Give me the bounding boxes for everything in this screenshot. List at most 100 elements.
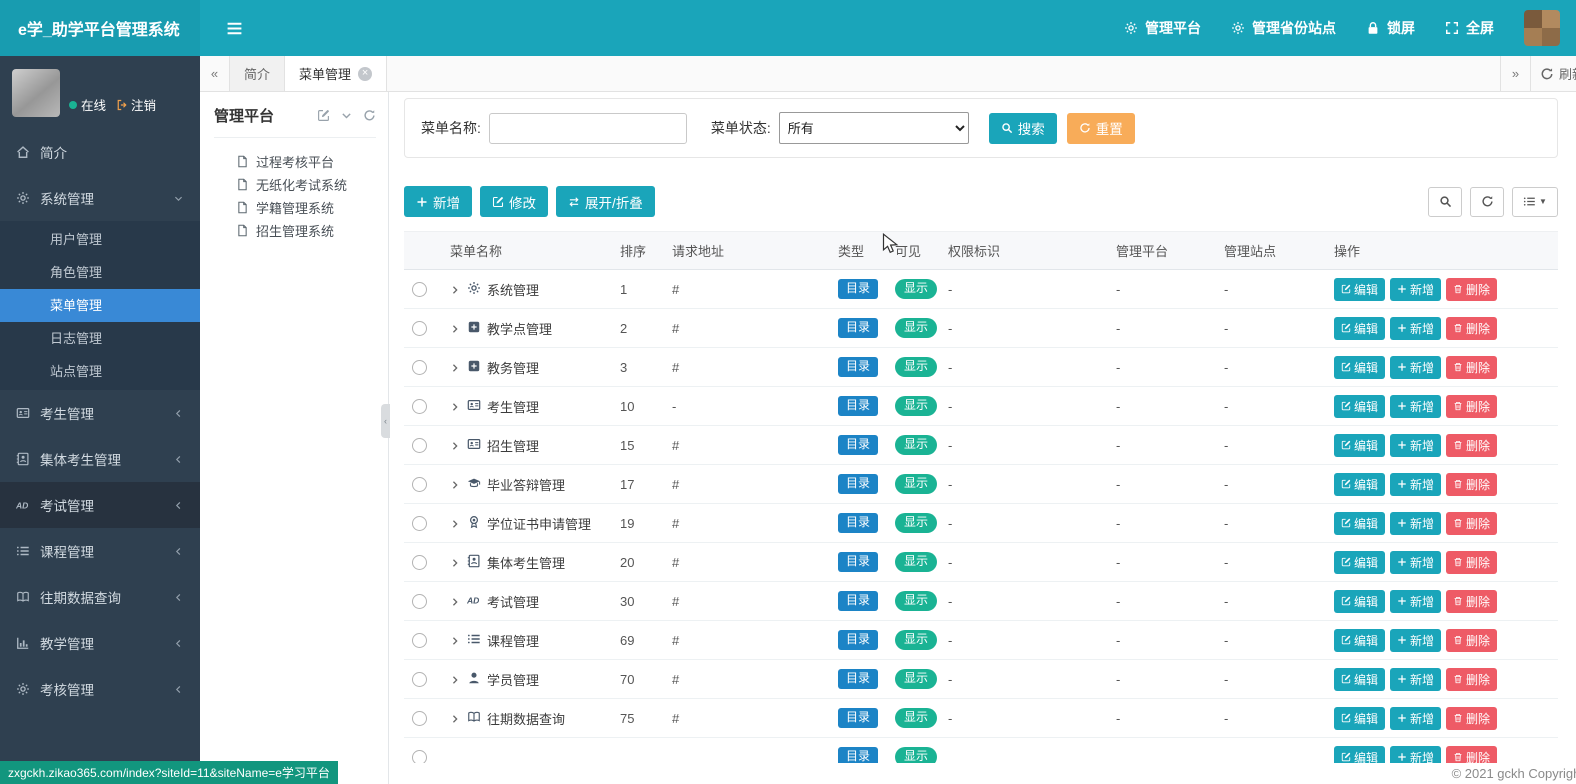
tree-item[interactable]: 过程考核平台 bbox=[236, 150, 376, 173]
row-delete-button[interactable]: 删除 bbox=[1446, 668, 1497, 691]
row-delete-button[interactable]: 删除 bbox=[1446, 551, 1497, 574]
row-delete-button[interactable]: 删除 bbox=[1446, 473, 1497, 496]
sidebar-subitem[interactable]: 角色管理 bbox=[0, 256, 200, 289]
sidebar-item-group-examinee[interactable]: 集体考生管理 bbox=[0, 436, 200, 482]
row-delete-button[interactable]: 删除 bbox=[1446, 356, 1497, 379]
topbar-item-manage-province-sites[interactable]: 管理省份站点 bbox=[1231, 18, 1336, 38]
sidebar-subitem[interactable]: 站点管理 bbox=[0, 355, 200, 388]
row-delete-button[interactable]: 删除 bbox=[1446, 278, 1497, 301]
row-radio[interactable] bbox=[412, 438, 427, 453]
search-button[interactable]: 搜索 bbox=[989, 113, 1057, 144]
sidebar-item-examinee[interactable]: 考生管理 bbox=[0, 390, 200, 436]
row-add-button[interactable]: 新增 bbox=[1390, 590, 1441, 613]
tree-edit-icon[interactable] bbox=[317, 109, 330, 122]
row-delete-button-label: 删除 bbox=[1466, 320, 1490, 337]
tab-refresh-button[interactable]: 刷新 bbox=[1530, 56, 1576, 91]
row-add-button[interactable]: 新增 bbox=[1390, 278, 1441, 301]
table-columns-button[interactable]: ▼ bbox=[1512, 187, 1558, 217]
expand-collapse-button[interactable]: 展开/折叠 bbox=[556, 186, 655, 217]
row-delete-button[interactable]: 删除 bbox=[1446, 512, 1497, 535]
row-delete-button[interactable]: 删除 bbox=[1446, 395, 1497, 418]
sidebar-subitem[interactable]: 用户管理 bbox=[0, 223, 200, 256]
row-edit-button[interactable]: 编辑 bbox=[1334, 746, 1385, 764]
row-radio[interactable] bbox=[412, 555, 427, 570]
logout-link[interactable]: 注销 bbox=[116, 95, 156, 114]
row-delete-button[interactable]: 删除 bbox=[1446, 317, 1497, 340]
row-add-button[interactable]: 新增 bbox=[1390, 434, 1441, 457]
row-add-button[interactable]: 新增 bbox=[1390, 473, 1441, 496]
sidebar-toggle-icon[interactable] bbox=[226, 20, 243, 37]
row-radio[interactable] bbox=[412, 360, 427, 375]
menu-status-select[interactable]: 所有 bbox=[779, 112, 969, 144]
row-add-button[interactable]: 新增 bbox=[1390, 668, 1441, 691]
row-radio[interactable] bbox=[412, 477, 427, 492]
table-cell bbox=[404, 387, 442, 426]
row-add-button[interactable]: 新增 bbox=[1390, 746, 1441, 764]
row-add-button[interactable]: 新增 bbox=[1390, 629, 1441, 652]
tab-close-icon[interactable]: × bbox=[358, 67, 372, 81]
reset-button[interactable]: 重置 bbox=[1067, 113, 1135, 144]
row-radio[interactable] bbox=[412, 633, 427, 648]
row-edit-button[interactable]: 编辑 bbox=[1334, 629, 1385, 652]
row-radio[interactable] bbox=[412, 516, 427, 531]
user-avatar[interactable] bbox=[1524, 10, 1560, 46]
edit-button[interactable]: 修改 bbox=[480, 186, 548, 217]
tree-item[interactable]: 无纸化考试系统 bbox=[236, 173, 376, 196]
row-radio[interactable] bbox=[412, 711, 427, 726]
row-edit-button[interactable]: 编辑 bbox=[1334, 551, 1385, 574]
row-add-button[interactable]: 新增 bbox=[1390, 551, 1441, 574]
sidebar-item-teaching[interactable]: 教学管理 bbox=[0, 620, 200, 666]
add-button[interactable]: 新增 bbox=[404, 186, 472, 217]
sidebar-item-intro[interactable]: 简介 bbox=[0, 129, 200, 175]
sidebar-item-course[interactable]: 课程管理 bbox=[0, 528, 200, 574]
row-edit-button[interactable]: 编辑 bbox=[1334, 473, 1385, 496]
tab-item[interactable]: 菜单管理× bbox=[285, 56, 387, 91]
sidebar-item-history-data[interactable]: 往期数据查询 bbox=[0, 574, 200, 620]
row-add-button[interactable]: 新增 bbox=[1390, 395, 1441, 418]
sidebar-item-system[interactable]: 系统管理 bbox=[0, 175, 200, 221]
row-add-button[interactable]: 新增 bbox=[1390, 356, 1441, 379]
table-search-button[interactable] bbox=[1428, 187, 1462, 217]
tab-item[interactable]: 简介 bbox=[230, 56, 285, 91]
table-refresh-button[interactable] bbox=[1470, 187, 1504, 217]
row-edit-button[interactable]: 编辑 bbox=[1334, 707, 1385, 730]
row-add-button[interactable]: 新增 bbox=[1390, 512, 1441, 535]
tree-collapse-icon[interactable] bbox=[340, 109, 353, 122]
row-radio[interactable] bbox=[412, 672, 427, 687]
row-delete-button[interactable]: 删除 bbox=[1446, 707, 1497, 730]
row-add-button[interactable]: 新增 bbox=[1390, 317, 1441, 340]
row-edit-button[interactable]: 编辑 bbox=[1334, 356, 1385, 379]
sidebar-subitem[interactable]: 菜单管理 bbox=[0, 289, 200, 322]
row-radio[interactable] bbox=[412, 399, 427, 414]
row-edit-button[interactable]: 编辑 bbox=[1334, 395, 1385, 418]
tree-refresh-icon[interactable] bbox=[363, 109, 376, 122]
topbar-item-lock-screen[interactable]: 锁屏 bbox=[1366, 18, 1415, 38]
sidebar-subitem[interactable]: 日志管理 bbox=[0, 322, 200, 355]
row-delete-button[interactable]: 删除 bbox=[1446, 629, 1497, 652]
row-edit-button[interactable]: 编辑 bbox=[1334, 317, 1385, 340]
row-delete-button[interactable]: 删除 bbox=[1446, 590, 1497, 613]
row-delete-button[interactable]: 删除 bbox=[1446, 434, 1497, 457]
tabs-scroll-right-button[interactable]: » bbox=[1500, 56, 1530, 91]
table-cell: - bbox=[940, 465, 1108, 504]
sidebar-item-exam[interactable]: AD考试管理 bbox=[0, 482, 200, 528]
row-edit-button[interactable]: 编辑 bbox=[1334, 434, 1385, 457]
row-delete-button[interactable]: 删除 bbox=[1446, 746, 1497, 764]
topbar-item-fullscreen[interactable]: 全屏 bbox=[1445, 18, 1494, 38]
tree-item[interactable]: 招生管理系统 bbox=[236, 219, 376, 242]
tree-item[interactable]: 学籍管理系统 bbox=[236, 196, 376, 219]
row-edit-button[interactable]: 编辑 bbox=[1334, 278, 1385, 301]
row-edit-button[interactable]: 编辑 bbox=[1334, 512, 1385, 535]
row-add-button[interactable]: 新增 bbox=[1390, 707, 1441, 730]
row-radio[interactable] bbox=[412, 321, 427, 336]
row-radio[interactable] bbox=[412, 282, 427, 297]
topbar-item-manage-platform[interactable]: 管理平台 bbox=[1124, 18, 1201, 38]
tabs-scroll-left-button[interactable]: « bbox=[200, 56, 230, 91]
row-radio[interactable] bbox=[412, 594, 427, 609]
sidebar-item-assessment[interactable]: 考核管理 bbox=[0, 666, 200, 712]
row-edit-button[interactable]: 编辑 bbox=[1334, 590, 1385, 613]
panel-collapse-handle[interactable]: ‹ bbox=[381, 404, 390, 438]
menu-name-input[interactable] bbox=[489, 113, 687, 144]
row-edit-button[interactable]: 编辑 bbox=[1334, 668, 1385, 691]
row-radio[interactable] bbox=[412, 750, 427, 763]
